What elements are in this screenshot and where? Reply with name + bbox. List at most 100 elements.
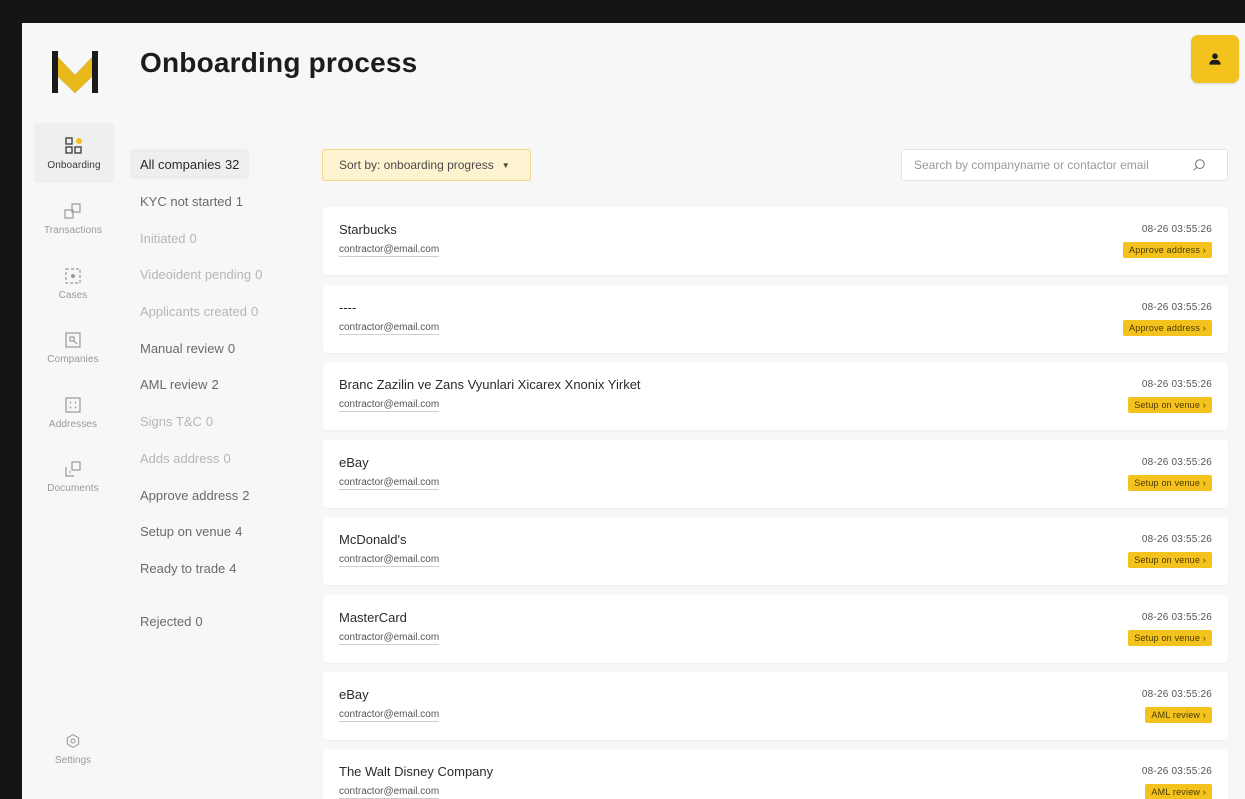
search-box [901, 149, 1228, 181]
contact-email[interactable]: contractor@email.com [339, 632, 440, 645]
filter-count: 0 [255, 266, 263, 282]
row-timestamp: 08-26 03:55:26 [1141, 302, 1212, 313]
address-icon [65, 396, 81, 413]
status-badge[interactable]: Approve address › [1123, 320, 1212, 336]
contact-email[interactable]: contractor@email.com [339, 399, 440, 412]
grid-icon [65, 136, 82, 154]
contact-email[interactable]: contractor@email.com [339, 554, 440, 567]
status-badge[interactable]: Setup on venue › [1128, 397, 1212, 413]
nav-item-settings[interactable]: Settings [22, 733, 124, 783]
filter-label: Adds address [140, 450, 220, 466]
filter-count: 0 [205, 413, 214, 429]
row-timestamp: 08-26 03:55:26 [1141, 379, 1212, 390]
filter-count: 0 [195, 613, 203, 629]
building-icon [65, 331, 81, 348]
status-badge[interactable]: Setup on venue › [1128, 475, 1212, 491]
app-window: Onboarding Transactions Cases Companies [22, 23, 1245, 799]
nav-label: Addresses [48, 418, 98, 430]
sort-dropdown[interactable]: Sort by: onboarding progress ▼ [322, 149, 531, 181]
filter-aml-review[interactable]: AML review 2 [130, 369, 229, 399]
filter-initiated[interactable]: Initiated 0 [130, 223, 207, 253]
nav-label: Transactions [43, 224, 103, 236]
nav-label: Settings [54, 755, 92, 766]
filter-label: Ready to trade [140, 560, 226, 576]
page-title: Onboarding process [140, 47, 418, 78]
company-name: eBay [339, 687, 369, 702]
filter-label: Applicants created [140, 303, 247, 319]
contact-email[interactable]: contractor@email.com [339, 322, 440, 335]
filter-count: 4 [235, 523, 243, 539]
search-input[interactable] [902, 150, 1192, 180]
filter-label: Manual review [140, 340, 224, 356]
company-name: Branc Zazilin ve Zans Vyunlari Xicarex X… [339, 377, 641, 392]
row-timestamp: 08-26 03:55:26 [1141, 224, 1212, 235]
company-row[interactable]: MasterCard contractor@email.com 08-26 03… [323, 595, 1228, 663]
company-name: Starbucks [339, 222, 397, 237]
filter-setup-on-venue[interactable]: Setup on venue 4 [130, 516, 252, 546]
company-row[interactable]: eBay contractor@email.com 08-26 03:55:26… [323, 672, 1228, 740]
status-badge[interactable]: Setup on venue › [1128, 630, 1212, 646]
company-row[interactable]: eBay contractor@email.com 08-26 03:55:26… [323, 440, 1228, 508]
contact-email[interactable]: contractor@email.com [339, 477, 440, 490]
nav-item-documents[interactable]: Documents [22, 446, 124, 506]
nav-item-onboarding[interactable]: Onboarding [34, 123, 114, 183]
filter-label: Rejected [140, 613, 192, 629]
filter-adds-address[interactable]: Adds address 0 [130, 443, 241, 473]
sidebar: Onboarding Transactions Cases Companies [22, 23, 124, 799]
brand-logo [52, 51, 98, 93]
status-badge[interactable]: Setup on venue › [1128, 552, 1212, 568]
nav-label: Companies [47, 353, 99, 365]
filter-count: 0 [250, 303, 259, 319]
company-row[interactable]: Branc Zazilin ve Zans Vyunlari Xicarex X… [323, 362, 1228, 430]
filter-count: 0 [223, 450, 231, 466]
filter-label: All companies [140, 156, 221, 172]
filter-label: KYC not started [140, 193, 232, 209]
user-icon [1209, 53, 1221, 65]
filter-count: 0 [189, 230, 197, 246]
nav-item-companies[interactable]: Companies [22, 317, 124, 377]
nav-item-addresses[interactable]: Addresses [22, 382, 124, 442]
status-badge[interactable]: AML review › [1145, 784, 1212, 799]
nav-item-transactions[interactable]: Transactions [22, 188, 124, 248]
filter-count: 2 [211, 376, 219, 392]
contact-email[interactable]: contractor@email.com [339, 786, 440, 799]
filter-rejected[interactable]: Rejected 0 [130, 606, 213, 636]
filter-label: Setup on venue [140, 523, 232, 539]
filter-label: Signs T&C [140, 413, 202, 429]
filter-kyc-not-started[interactable]: KYC not started 1 [130, 186, 253, 216]
filter-all-companies[interactable]: All companies 32 [130, 149, 250, 179]
company-row[interactable]: ---- contractor@email.com 08-26 03:55:26… [323, 285, 1228, 353]
filter-signs-tc[interactable]: Signs T&C 0 [130, 406, 223, 436]
status-badge[interactable]: AML review › [1145, 707, 1212, 723]
search-icon[interactable] [1192, 158, 1206, 172]
contact-email[interactable]: contractor@email.com [339, 709, 440, 722]
company-name: ---- [339, 300, 357, 315]
company-row[interactable]: Starbucks contractor@email.com 08-26 03:… [323, 207, 1228, 275]
gear-icon [66, 734, 80, 748]
filter-label: Initiated [140, 230, 186, 246]
user-account-button[interactable] [1191, 35, 1239, 83]
company-name: eBay [339, 455, 369, 470]
filter-manual-review[interactable]: Manual review 0 [130, 333, 245, 363]
document-icon [65, 460, 81, 477]
filter-ready-to-trade[interactable]: Ready to trade 4 [130, 553, 247, 583]
row-timestamp: 08-26 03:55:26 [1141, 689, 1212, 700]
nav-item-cases[interactable]: Cases [22, 253, 124, 313]
filter-approve-address[interactable]: Approve address 2 [130, 480, 260, 510]
company-row[interactable]: McDonald's contractor@email.com 08-26 03… [323, 517, 1228, 585]
row-timestamp: 08-26 03:55:26 [1141, 612, 1212, 623]
status-badge[interactable]: Approve address › [1123, 242, 1212, 258]
contact-email[interactable]: contractor@email.com [339, 244, 440, 257]
filter-videoident-pending[interactable]: Videoident pending 0 [130, 259, 272, 289]
caret-down-icon: ▼ [501, 160, 510, 170]
company-name: The Walt Disney Company [339, 764, 494, 779]
company-row[interactable]: The Walt Disney Company contractor@email… [323, 749, 1228, 799]
filter-count: 1 [235, 193, 244, 209]
row-timestamp: 08-26 03:55:26 [1141, 534, 1212, 545]
nav-label: Cases [58, 289, 88, 301]
filter-count: 4 [229, 560, 237, 576]
nav-label: Documents [47, 482, 99, 494]
filter-applicants-created[interactable]: Applicants created 0 [130, 296, 268, 326]
filter-label: Videoident pending [140, 266, 252, 282]
filter-count: 0 [227, 340, 236, 356]
